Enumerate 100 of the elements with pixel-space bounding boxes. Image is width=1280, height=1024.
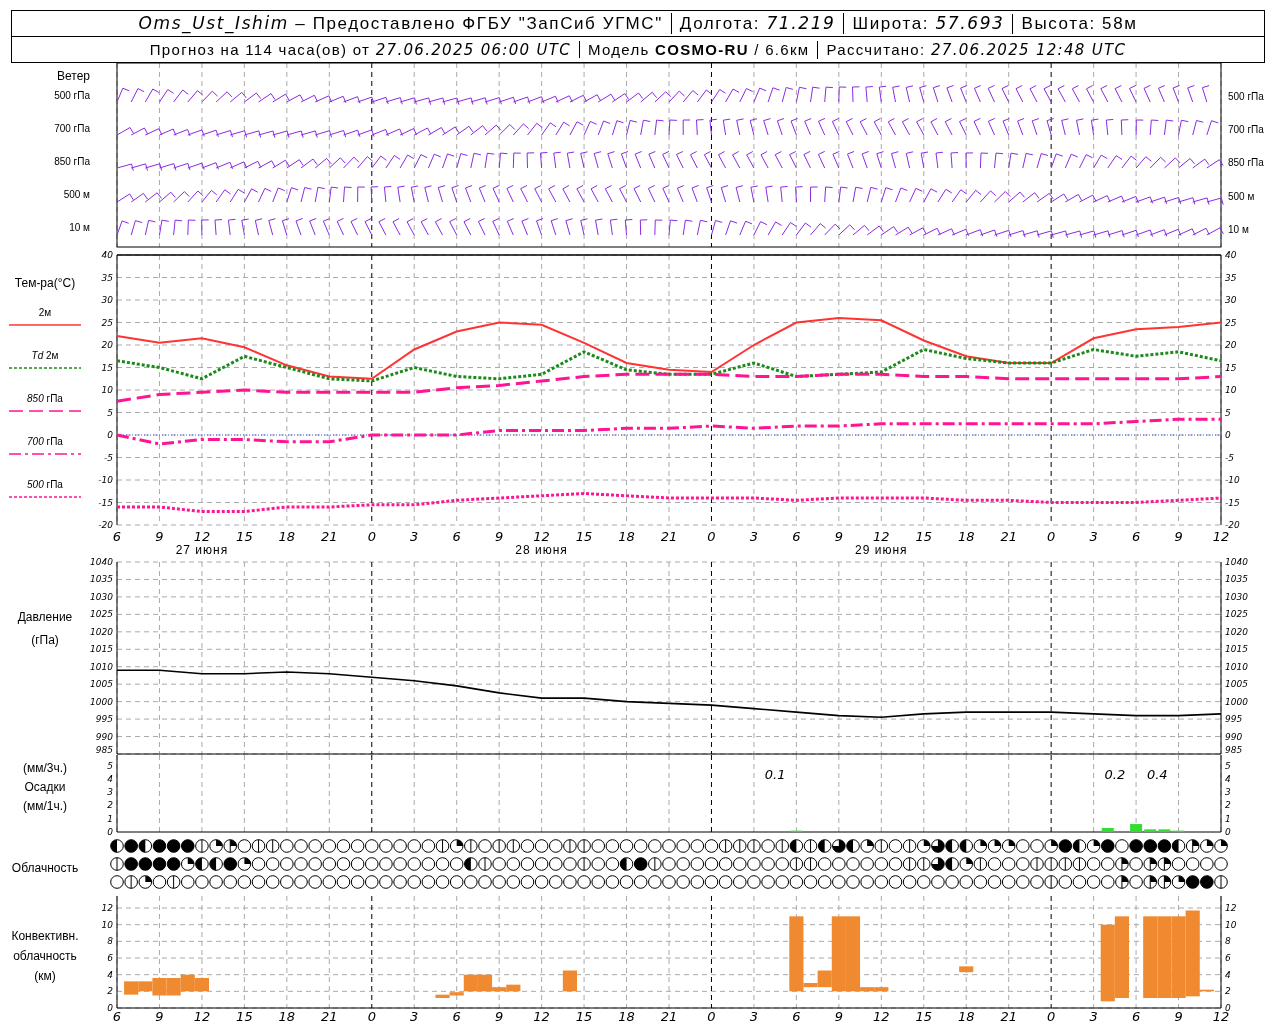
precipitation-value: 0.2 [1104, 767, 1126, 782]
cloud-cover-icon [959, 857, 974, 871]
x-tick-label: 9 [834, 1009, 843, 1024]
precipitation-label: Осадки [24, 781, 66, 793]
cloud-cover-icon [294, 839, 308, 853]
header-field: Рассчитано: 27.06.2025 12:48 UTC [817, 40, 1135, 59]
y-tick-label: 2 [107, 986, 113, 997]
level-label: 850 гПа [1228, 157, 1264, 168]
x-tick-label: 9 [1174, 529, 1183, 544]
y-tick-label: 4 [1225, 773, 1231, 784]
cloud-cover-icon [449, 839, 464, 853]
cloud-cover-icon [152, 857, 167, 871]
cloud-cover-icon [492, 857, 506, 871]
y-tick-label: -20 [1225, 520, 1240, 530]
cloud-cover-icon [846, 857, 860, 871]
cloud-cover-icon [180, 857, 195, 871]
y-tick-label: 15 [1225, 362, 1237, 373]
x-tick-label: 9 [495, 529, 504, 544]
x-tick-label: 21 [321, 529, 338, 544]
x-tick-label: 3 [1089, 1009, 1098, 1024]
y-tick-label: 1030 [1225, 591, 1248, 602]
cloud-cover-icon [520, 857, 535, 871]
x-tick-label: 9 [155, 529, 164, 544]
cloud-cover-icon [874, 839, 889, 853]
date-label: 27 июня [175, 543, 229, 557]
cloud-cover-icon [1100, 857, 1115, 871]
y-tick-label: -5 [1225, 452, 1234, 463]
x-tick-label: 3 [749, 529, 759, 544]
cloud-cover-icon [407, 857, 422, 871]
cloud-cover-icon [1129, 875, 1143, 889]
cloud-cover-icon [761, 839, 775, 853]
cloud-cover-icon [478, 857, 492, 871]
cloud-cover-icon [478, 875, 492, 889]
x-tick-label: 21 [1000, 1009, 1017, 1024]
cloud-cover-icon [1185, 839, 1200, 853]
x-tick-label: 0 [367, 1009, 376, 1024]
cloud-cover-icon [888, 875, 903, 889]
cloud-cover-icon [1171, 839, 1186, 853]
y-tick-label: -10 [1225, 475, 1240, 485]
y-tick-label: 8 [1225, 936, 1231, 947]
cloud-cover-icon [648, 875, 662, 889]
cloud-cover-icon [817, 875, 832, 889]
y-tick-label: 1035 [1225, 574, 1248, 585]
y-tick-label: 995 [1225, 714, 1243, 725]
level-label: 500 гПа [54, 90, 90, 102]
legend-swatch [9, 366, 81, 370]
y-tick-label: 3 [1225, 787, 1231, 798]
cloud-cover-icon [464, 857, 478, 871]
cloud-cover-icon [350, 839, 365, 853]
cloud-cover-icon [506, 839, 521, 853]
cloud-cover-icon [789, 857, 804, 871]
x-tick-label: 6 [452, 1009, 461, 1024]
y-tick-label: 990 [95, 731, 113, 742]
y-tick-label: 995 [95, 714, 113, 725]
cloud-cover-icon [1143, 857, 1158, 871]
cloud-cover-icon [633, 857, 648, 871]
y-tick-label: -15 [1225, 497, 1240, 508]
cloud-cover-icon [676, 857, 690, 871]
level-label: 10 м [69, 222, 90, 234]
cloudiness-label: Облачность [11, 862, 79, 874]
cloud-cover-icon [350, 875, 365, 889]
cloud-cover-icon [718, 875, 733, 889]
y-tick-label: 1025 [1225, 609, 1248, 620]
cloud-cover-icon [110, 857, 124, 871]
cloud-cover-icon [138, 875, 153, 889]
cloud-cover-icon [265, 857, 280, 871]
cloud-cover-icon [379, 857, 393, 871]
cloud-cover-icon [916, 839, 931, 853]
x-tick-label: 3 [410, 529, 419, 544]
x-tick-label: 6 [112, 529, 122, 544]
x-tick-label: 9 [1174, 1009, 1183, 1024]
cloud-cover-icon [959, 839, 974, 853]
y-tick-label: 2 [107, 800, 113, 811]
y-tick-label: 30 [101, 295, 113, 305]
cloud-cover-icon [421, 839, 436, 853]
y-tick-label: 1005 [1225, 679, 1248, 690]
cloud-cover-icon [492, 875, 506, 889]
cloud-cover-icon [1044, 839, 1058, 853]
y-tick-label: 1020 [90, 626, 113, 637]
y-tick-label: -5 [104, 452, 113, 463]
cloud-cover-icon [237, 875, 252, 889]
cloud-cover-icon [1115, 839, 1129, 853]
cloud-cover-icon [959, 875, 974, 889]
cloud-cover-icon [138, 857, 153, 871]
cloud-cover-icon [1214, 857, 1228, 871]
cloud-cover-icon [548, 857, 563, 871]
cloud-cover-icon [1058, 857, 1073, 871]
y-tick-label: 0 [1225, 430, 1231, 440]
x-tick-label: 21 [321, 1009, 338, 1024]
cloud-cover-icon [648, 857, 662, 871]
x-tick-label: 6 [1131, 1009, 1141, 1024]
cloud-cover-icon [478, 839, 492, 853]
y-tick-label: 1000 [1225, 696, 1248, 707]
x-tick-label: 6 [792, 529, 801, 544]
x-tick-label: 0 [707, 1009, 716, 1024]
y-tick-label: 0 [1225, 827, 1231, 837]
cloud-cover-icon [1100, 875, 1115, 889]
convective-cloud-bar [959, 966, 974, 973]
cloud-cover-icon [1200, 857, 1214, 871]
cloud-cover-icon [520, 839, 535, 853]
